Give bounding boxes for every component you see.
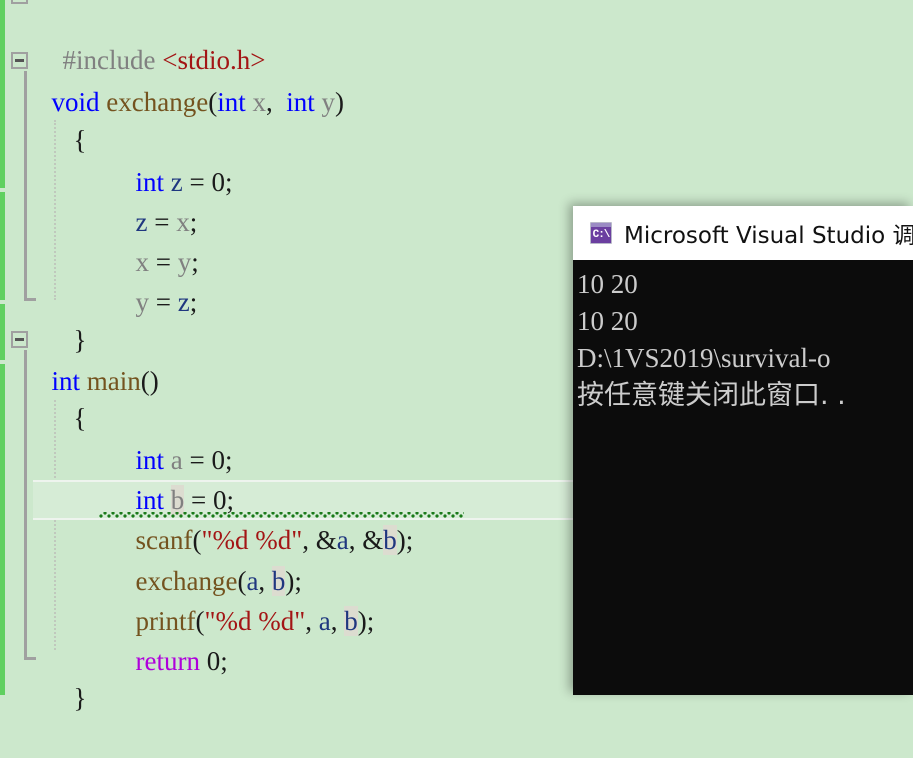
- console-output-line: D:\1VS2019\survival-o: [577, 343, 831, 373]
- cmd-console-icon: C:\: [590, 222, 612, 244]
- console-titlebar[interactable]: C:\ Microsoft Visual Studio 调: [573, 206, 913, 260]
- console-window[interactable]: C:\ Microsoft Visual Studio 调 10 20 10 2…: [573, 206, 913, 695]
- console-output-line: 10 20: [577, 269, 638, 299]
- error-squiggle-underline: [99, 512, 464, 518]
- console-window-title: Microsoft Visual Studio 调: [624, 223, 913, 249]
- token-brace-close: }: [73, 683, 87, 713]
- console-output-line: 按任意键关闭此窗口. .: [577, 380, 846, 411]
- cmd-icon-prompt-glyph: C:\: [592, 229, 611, 241]
- code-line[interactable]: z = x;: [0, 162, 913, 237]
- code-line[interactable]: {: [0, 80, 913, 155]
- console-output-body[interactable]: 10 20 10 20 D:\1VS2019\survival-o 按任意键关闭…: [573, 260, 913, 695]
- console-output-line: 10 20: [577, 306, 638, 336]
- code-line[interactable]: void exchange(int x, int y): [0, 42, 913, 117]
- code-line[interactable]: #include <stdio.h>: [0, 0, 913, 75]
- code-line[interactable]: int z = 0;: [0, 122, 913, 197]
